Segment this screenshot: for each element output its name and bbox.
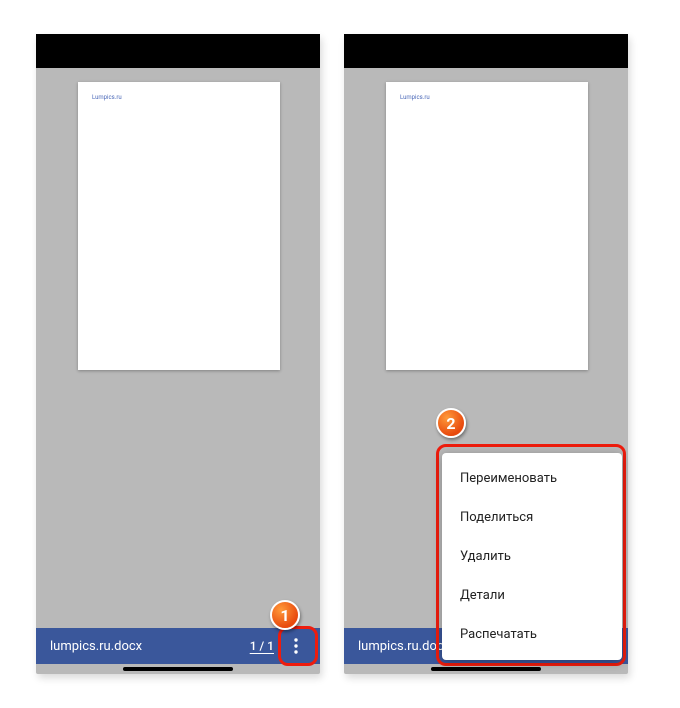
filename-label: lumpics.ru.docx — [50, 639, 250, 654]
phone-screenshot-1: Lumpics.ru lumpics.ru.docx 1 / 1 1 — [36, 34, 320, 674]
document-page: Lumpics.ru — [78, 82, 280, 370]
menu-item-delete[interactable]: Удалить — [442, 537, 622, 576]
home-indicator — [123, 667, 233, 671]
kebab-icon — [294, 638, 298, 654]
phone-screenshot-2: Lumpics.ru lumpics.ru.docx 1 / 1 Переиме… — [344, 34, 628, 674]
menu-item-print[interactable]: Распечатать — [442, 615, 622, 654]
menu-item-share[interactable]: Поделиться — [442, 498, 622, 537]
document-body-text: Lumpics.ru — [92, 94, 122, 101]
page-count-indicator[interactable]: 1 / 1 — [250, 639, 274, 653]
document-page: Lumpics.ru — [386, 82, 588, 370]
context-menu: Переименовать Поделиться Удалить Детали … — [442, 453, 622, 660]
status-bar — [344, 34, 628, 68]
bottom-toolbar: lumpics.ru.docx 1 / 1 — [36, 628, 320, 664]
document-viewport[interactable]: Lumpics.ru — [36, 68, 320, 628]
annotation-badge-1: 1 — [270, 600, 300, 630]
home-indicator — [431, 667, 541, 671]
annotation-badge-2: 2 — [436, 408, 466, 438]
more-options-button[interactable] — [282, 632, 310, 660]
menu-item-details[interactable]: Детали — [442, 576, 622, 615]
menu-item-rename[interactable]: Переименовать — [442, 459, 622, 498]
comparison-stage: Lumpics.ru lumpics.ru.docx 1 / 1 1 Lumpi… — [0, 0, 680, 708]
document-body-text: Lumpics.ru — [400, 94, 430, 101]
status-bar — [36, 34, 320, 68]
